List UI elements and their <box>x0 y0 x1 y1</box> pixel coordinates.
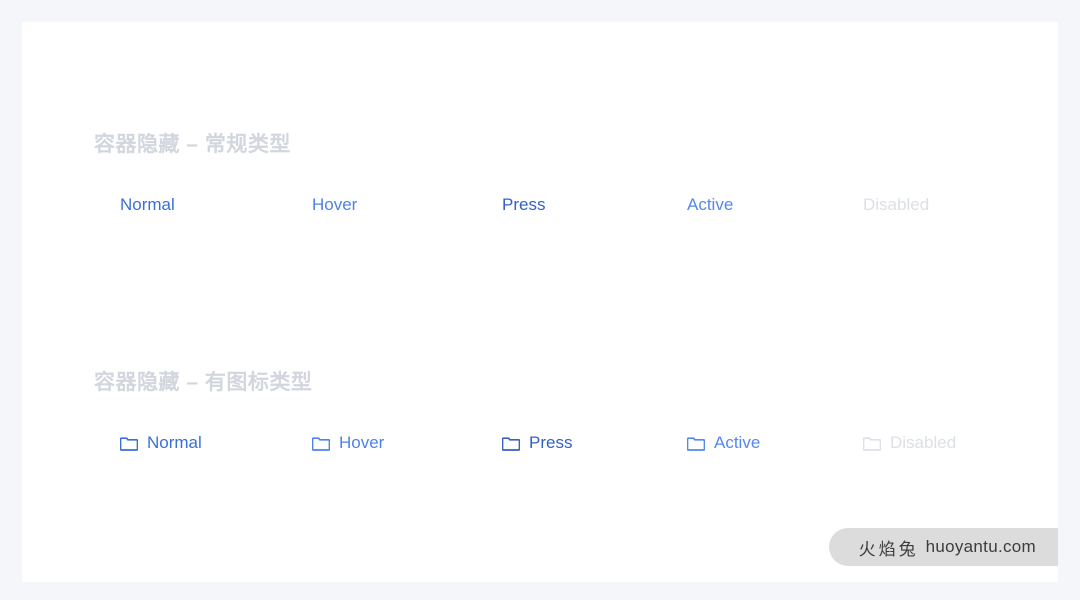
folder-icon <box>120 435 138 451</box>
link-disabled: Disabled <box>863 188 929 222</box>
link-label: Normal <box>147 433 202 452</box>
link-active[interactable]: Active <box>687 188 733 222</box>
link-label: Disabled <box>863 195 930 214</box>
icon-link-active[interactable]: Active <box>687 426 760 460</box>
folder-icon <box>687 435 705 451</box>
icon-link-normal[interactable]: Normal <box>120 426 202 460</box>
folder-icon <box>863 435 881 451</box>
link-label: Normal <box>120 195 175 214</box>
link-hover[interactable]: Hover <box>312 188 357 222</box>
link-label: Hover <box>339 433 385 452</box>
state-row-plain: Normal Hover Press Active Disabled <box>94 188 1034 222</box>
folder-icon <box>502 435 520 451</box>
design-canvas: 容器隐藏 – 常规类型 Normal Hover Press Active Di… <box>22 22 1058 582</box>
watermark: 火焰兔 huoyantu.com <box>828 528 1058 566</box>
watermark-domain: huoyantu.com <box>925 537 1036 556</box>
icon-link-hover[interactable]: Hover <box>312 426 384 460</box>
link-label: Hover <box>312 195 358 214</box>
link-normal[interactable]: Normal <box>120 188 175 222</box>
icon-link-disabled: Disabled <box>863 426 956 460</box>
link-press[interactable]: Press <box>502 188 545 222</box>
watermark-cn: 火焰兔 <box>858 539 919 559</box>
link-label: Active <box>714 433 761 452</box>
link-label: Press <box>529 433 573 452</box>
icon-link-press[interactable]: Press <box>502 426 572 460</box>
link-label: Disabled <box>890 433 957 452</box>
link-label: Press <box>502 195 546 214</box>
section-title-plain: 容器隐藏 – 常规类型 <box>94 133 291 156</box>
folder-icon <box>312 435 330 451</box>
section-title-icon: 容器隐藏 – 有图标类型 <box>94 371 313 394</box>
state-row-icon: Normal Hover Press Active Disabled <box>94 426 1034 460</box>
link-label: Active <box>687 195 734 214</box>
